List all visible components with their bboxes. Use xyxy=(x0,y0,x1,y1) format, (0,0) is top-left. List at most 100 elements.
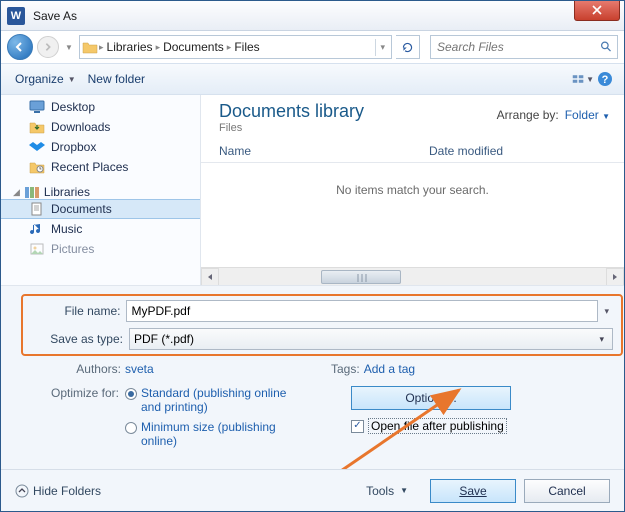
highlight-annotation: File name: ▾ Save as type: PDF (*.pdf) ▾ xyxy=(21,294,623,356)
save-type-dropdown[interactable]: PDF (*.pdf) ▾ xyxy=(129,328,613,350)
save-type-label: Save as type: xyxy=(23,332,129,346)
horizontal-scrollbar[interactable] xyxy=(201,267,624,285)
cancel-button[interactable]: Cancel xyxy=(524,479,610,503)
desktop-icon xyxy=(29,100,45,114)
address-bar[interactable]: ▸ Libraries ▸ Documents ▸ Files ▾ xyxy=(79,35,392,59)
recent-icon xyxy=(29,160,45,174)
close-button[interactable] xyxy=(574,1,620,21)
sidebar-item-desktop[interactable]: Desktop xyxy=(1,97,200,117)
scroll-right-button[interactable] xyxy=(606,268,624,286)
hide-folders-label: Hide Folders xyxy=(33,484,101,498)
arrow-left-icon xyxy=(14,41,26,53)
sidebar-item-label: Music xyxy=(51,222,82,236)
arrange-by-value[interactable]: Folder ▼ xyxy=(565,108,610,122)
folder-icon xyxy=(82,40,98,54)
help-button[interactable]: ? xyxy=(594,68,616,90)
file-name-label: File name: xyxy=(23,304,126,318)
downloads-icon xyxy=(29,120,45,134)
history-dropdown[interactable]: ▼ xyxy=(63,36,75,58)
options-button[interactable]: Options... xyxy=(351,386,511,410)
sidebar-item-label: Recent Places xyxy=(51,160,128,174)
dropbox-icon xyxy=(29,140,45,154)
column-name[interactable]: Name xyxy=(219,144,429,158)
location-title: Documents library xyxy=(219,101,364,122)
open-after-checkbox[interactable]: Open file after publishing xyxy=(351,418,511,434)
breadcrumb-item[interactable]: Libraries xyxy=(105,40,155,54)
back-button[interactable] xyxy=(7,34,33,60)
organize-label: Organize xyxy=(15,72,64,86)
sidebar-item-downloads[interactable]: Downloads xyxy=(1,117,200,137)
sidebar-item-pictures[interactable]: Pictures xyxy=(1,239,200,259)
new-folder-label: New folder xyxy=(88,72,145,86)
empty-message: No items match your search. xyxy=(201,163,624,217)
sidebar-item-label: Downloads xyxy=(51,120,110,134)
view-icon xyxy=(572,72,584,86)
close-icon xyxy=(592,5,602,15)
sidebar-item-label: Dropbox xyxy=(51,140,96,154)
chevron-down-icon: ▼ xyxy=(602,112,610,121)
arrow-right-icon xyxy=(43,42,53,52)
hide-folders-button[interactable]: Hide Folders xyxy=(15,484,101,498)
tools-menu[interactable]: Tools ▼ xyxy=(366,484,408,498)
organize-menu[interactable]: Organize ▼ xyxy=(9,68,82,90)
open-after-label: Open file after publishing xyxy=(368,418,507,434)
optimize-standard-radio[interactable]: Standard (publishing online and printing… xyxy=(125,386,291,414)
optimize-label: Optimize for: xyxy=(45,386,125,454)
help-icon: ? xyxy=(597,71,613,87)
tags-value[interactable]: Add a tag xyxy=(364,362,415,376)
body: Desktop Downloads Dropbox Recent Places … xyxy=(1,95,624,285)
checkbox-icon xyxy=(351,420,364,433)
sidebar-item-label: Pictures xyxy=(51,242,94,256)
sidebar-item-label: Documents xyxy=(51,202,112,216)
window-title: Save As xyxy=(33,9,574,23)
chevron-down-icon[interactable]: ▾ xyxy=(598,306,615,317)
optimize-minimum-radio[interactable]: Minimum size (publishing online) xyxy=(125,420,291,448)
svg-text:?: ? xyxy=(602,74,609,86)
grip-icon xyxy=(322,271,402,285)
chevron-down-icon[interactable]: ▾ xyxy=(375,39,389,56)
authors-value[interactable]: sveta xyxy=(125,362,154,376)
expand-icon: ◢ xyxy=(13,187,20,198)
save-as-dialog: W Save As ▼ ▸ Libraries ▸ Documents ▸ Fi… xyxy=(0,0,625,512)
tools-label: Tools xyxy=(366,484,394,498)
tags-label: Tags: xyxy=(324,362,364,376)
column-headers[interactable]: Name Date modified xyxy=(201,140,624,163)
search-input[interactable] xyxy=(435,39,600,55)
toolbar: Organize ▼ New folder ▼ ? xyxy=(1,63,624,95)
sidebar-item-documents[interactable]: Documents xyxy=(1,199,200,219)
search-box[interactable] xyxy=(430,35,618,59)
libraries-icon xyxy=(24,185,40,199)
authors-label: Authors: xyxy=(45,362,125,376)
save-type-value: PDF (*.pdf) xyxy=(134,332,194,346)
footer: Hide Folders Tools ▼ Save Cancel xyxy=(1,469,624,511)
breadcrumb-item[interactable]: Documents xyxy=(161,40,226,54)
scroll-left-button[interactable] xyxy=(201,268,219,286)
refresh-icon xyxy=(401,41,414,54)
optimize-minimum-label: Minimum size (publishing online) xyxy=(141,420,291,448)
sidebar-item-music[interactable]: Music xyxy=(1,219,200,239)
scrollbar-thumb[interactable] xyxy=(321,270,401,284)
forward-button[interactable] xyxy=(37,36,59,58)
sidebar-item-dropbox[interactable]: Dropbox xyxy=(1,137,200,157)
chevron-down-icon: ▼ xyxy=(68,75,76,84)
arrange-by-label: Arrange by: xyxy=(497,108,559,122)
triangle-left-icon xyxy=(206,273,214,281)
word-app-icon: W xyxy=(7,7,25,25)
view-options-button[interactable]: ▼ xyxy=(572,68,594,90)
search-icon xyxy=(600,40,613,54)
column-date[interactable]: Date modified xyxy=(429,144,503,158)
triangle-right-icon xyxy=(611,273,619,281)
breadcrumb-item[interactable]: Files xyxy=(232,40,261,54)
save-button[interactable]: Save xyxy=(430,479,516,503)
chevron-down-icon: ▾ xyxy=(595,334,608,345)
new-folder-button[interactable]: New folder xyxy=(82,68,151,90)
sidebar-item-recent[interactable]: Recent Places xyxy=(1,157,200,177)
sidebar-group-label: Libraries xyxy=(44,185,90,199)
sidebar: Desktop Downloads Dropbox Recent Places … xyxy=(1,95,201,285)
pictures-icon xyxy=(29,242,45,256)
sidebar-group-libraries[interactable]: ◢ Libraries xyxy=(1,185,200,199)
refresh-button[interactable] xyxy=(396,35,420,59)
optimize-standard-label: Standard (publishing online and printing… xyxy=(141,386,291,414)
documents-icon xyxy=(29,202,45,216)
file-name-input[interactable] xyxy=(126,300,598,322)
